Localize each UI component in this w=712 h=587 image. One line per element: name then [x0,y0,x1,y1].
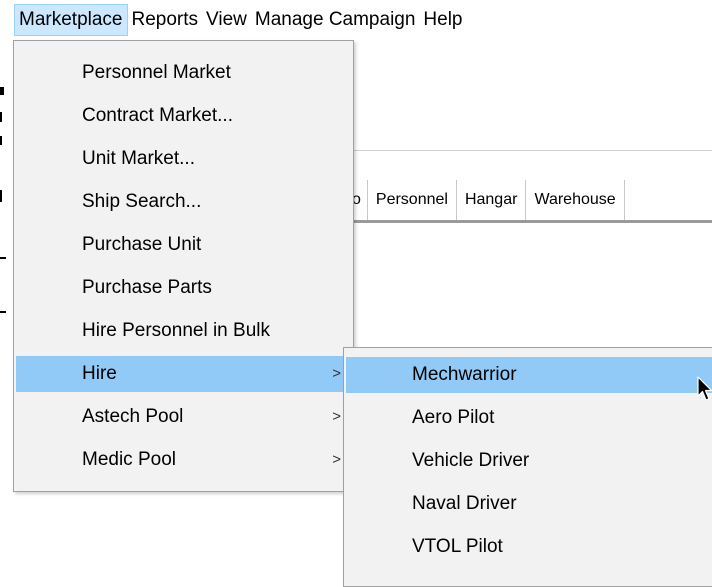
menu-manage-campaign[interactable]: Manage Campaign [251,4,420,36]
menu-item-label: Naval Driver [412,493,517,514]
menu-view[interactable]: View [202,4,251,36]
menu-item-ship-search[interactable]: Ship Search... [16,184,351,220]
tab-underline [352,220,712,223]
submenu-arrow-icon: > [332,408,341,425]
menu-item-purchase-unit[interactable]: Purchase Unit [16,227,351,263]
marketplace-menu: Personnel Market Contract Market... Unit… [13,40,354,492]
mouse-cursor-icon [697,376,712,401]
menu-item-label: Purchase Parts [82,277,212,298]
menu-item-hire[interactable]: Hire > [16,356,351,392]
submenu-arrow-icon: > [332,365,341,382]
menu-item-hire-personnel-bulk[interactable]: Hire Personnel in Bulk [16,313,351,349]
background-fragment [0,112,2,122]
hire-submenu: Mechwarrior Aero Pilot Vehicle Driver Na… [343,347,712,587]
submenu-item-naval-driver[interactable]: Naval Driver [346,486,712,522]
menu-item-medic-pool[interactable]: Medic Pool > [16,442,351,478]
menu-item-label: Astech Pool [82,406,184,427]
menu-item-label: VTOL Pilot [412,536,503,557]
tab-warehouse[interactable]: Warehouse [525,180,625,220]
tab-partial[interactable]: o [352,180,367,220]
background-fragment [0,311,6,313]
menu-item-label: Unit Market... [82,148,195,169]
submenu-item-mechwarrior[interactable]: Mechwarrior [346,357,712,393]
menu-help[interactable]: Help [419,4,466,36]
menu-bar: Marketplace Reports View Manage Campaign… [0,0,712,40]
main-tabs: o Personnel Hangar Warehouse [352,180,625,220]
background-fragment [0,87,4,95]
menu-item-label: Mechwarrior [412,364,517,385]
menu-reports[interactable]: Reports [128,4,203,36]
submenu-item-vtol-pilot[interactable]: VTOL Pilot [346,529,712,565]
tab-personnel[interactable]: Personnel [366,180,456,220]
background-fragment [0,257,6,259]
menu-item-purchase-parts[interactable]: Purchase Parts [16,270,351,306]
menu-item-label: Contract Market... [82,105,233,126]
submenu-item-vehicle-driver[interactable]: Vehicle Driver [346,443,712,479]
menu-item-contract-market[interactable]: Contract Market... [16,98,351,134]
menu-item-unit-market[interactable]: Unit Market... [16,141,351,177]
menu-item-label: Vehicle Driver [412,450,530,471]
menu-item-label: Aero Pilot [412,407,495,428]
menu-item-label: Ship Search... [82,191,202,212]
menu-item-personnel-market[interactable]: Personnel Market [16,55,351,91]
background-fragment [0,190,2,202]
menu-item-label: Medic Pool [82,449,176,470]
toolbar-divider [352,150,712,151]
menu-item-label: Hire Personnel in Bulk [82,320,270,341]
menu-item-label: Personnel Market [82,62,231,83]
menu-item-astech-pool[interactable]: Astech Pool > [16,399,351,435]
menu-marketplace[interactable]: Marketplace [14,4,128,36]
menu-item-label: Purchase Unit [82,234,202,255]
tab-hangar[interactable]: Hangar [455,180,525,220]
submenu-item-aero-pilot[interactable]: Aero Pilot [346,400,712,436]
menu-item-label: Hire [82,363,117,384]
submenu-arrow-icon: > [332,451,341,468]
background-fragment [0,136,2,145]
